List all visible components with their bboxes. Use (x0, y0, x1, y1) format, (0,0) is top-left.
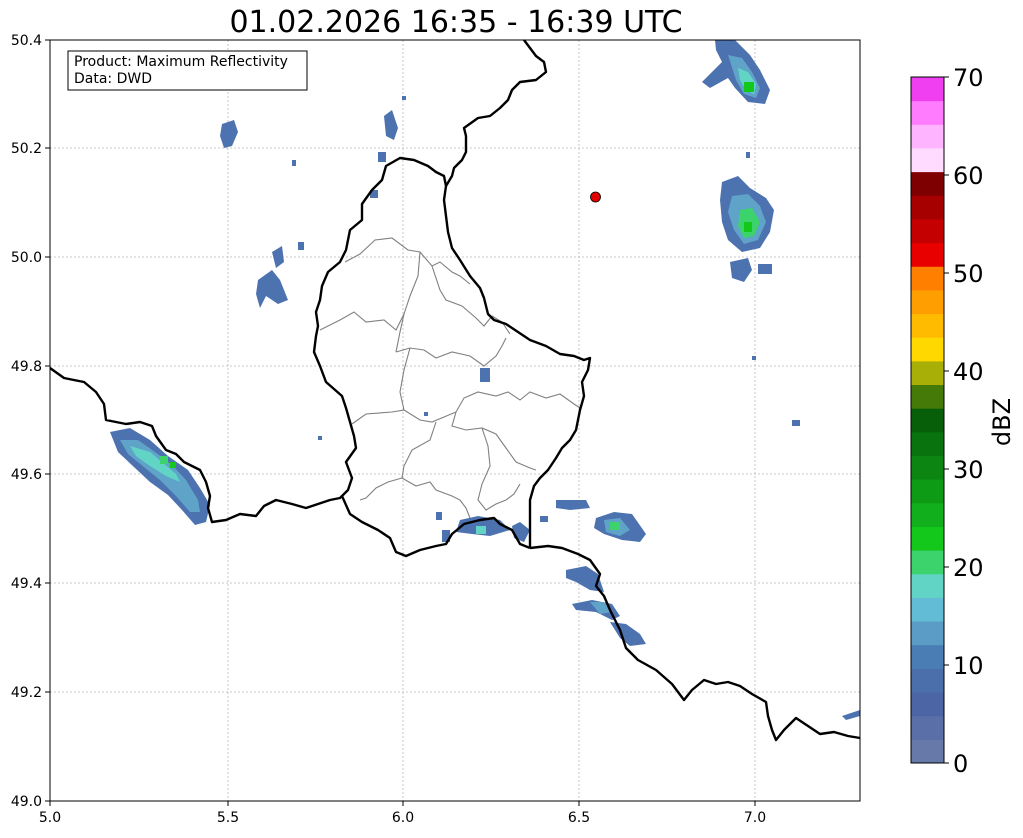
colorbar-swatch (911, 100, 944, 125)
y-tick-label: 50.4 (11, 33, 42, 49)
map-title: 01.02.2026 16:35 - 16:39 UTC (229, 5, 682, 40)
y-tick-label: 49.0 (11, 794, 42, 810)
colorbar-swatch (911, 550, 944, 575)
colorbar-swatch (911, 621, 944, 646)
colorbar-swatch (911, 360, 944, 386)
colorbar-swatch (911, 408, 944, 433)
colorbar-swatch (911, 715, 944, 740)
y-tick-label: 49.8 (11, 359, 42, 375)
colorbar-swatch (911, 526, 944, 551)
colorbar-tick-label: 60 (953, 162, 984, 190)
colorbar-swatch (911, 668, 944, 693)
colorbar-swatch (911, 124, 944, 149)
x-tick-label: 7.0 (744, 810, 766, 826)
colorbar-tick-label: 20 (953, 554, 984, 582)
y-tick-label: 50.0 (11, 250, 42, 266)
colorbar-swatches (911, 77, 944, 764)
colorbar-swatch (911, 384, 944, 409)
colorbar-swatch (911, 147, 944, 173)
y-tick-label: 49.4 (11, 576, 42, 592)
colorbar-swatch (911, 266, 944, 291)
colorbar-swatch (911, 77, 944, 102)
colorbar-tick-label: 50 (953, 260, 984, 288)
info-data-line: Data: DWD (74, 71, 152, 87)
colorbar-swatch (911, 644, 944, 669)
colorbar-swatch (911, 573, 944, 598)
colorbar-swatch (911, 337, 944, 362)
x-tick-label: 5.0 (39, 810, 61, 826)
colorbar-swatch (911, 739, 944, 764)
colorbar-swatch (911, 171, 944, 196)
radar-map-figure: 01.02.2026 16:35 - 16:39 UTC Product: Ma… (0, 0, 1023, 834)
y-tick-label: 50.2 (11, 141, 42, 157)
colorbar-tick-label: 40 (953, 358, 984, 386)
info-box: Product: Maximum Reflectivity Data: DWD (67, 50, 308, 91)
location-marker (590, 191, 601, 203)
colorbar-swatch (911, 289, 944, 315)
colorbar-swatch (911, 218, 944, 244)
colorbar-swatch (911, 455, 944, 480)
map-background (50, 40, 860, 801)
x-axis: 5.0 5.5 6.0 6.5 7.0 (39, 801, 766, 826)
colorbar-tick-label: 0 (953, 750, 968, 778)
y-tick-label: 49.2 (11, 685, 42, 701)
info-product-line: Product: Maximum Reflectivity (74, 54, 288, 70)
y-tick-label: 49.6 (11, 467, 42, 483)
colorbar-unit-label: dBZ (988, 398, 1016, 446)
colorbar-swatch (911, 313, 944, 338)
colorbar-swatch (911, 692, 944, 717)
x-tick-label: 6.0 (392, 810, 414, 826)
colorbar-swatch (911, 242, 944, 267)
colorbar-swatch (911, 597, 944, 622)
colorbar: 0 10 20 30 40 50 60 70 dBZ (910, 64, 1016, 778)
x-tick-label: 5.5 (217, 810, 239, 826)
colorbar-swatch (911, 195, 944, 220)
colorbar-swatch (911, 479, 944, 504)
colorbar-tick-label: 70 (953, 64, 984, 92)
map-panel: Product: Maximum Reflectivity Data: DWD (49, 39, 861, 802)
colorbar-swatch (911, 431, 944, 456)
x-tick-label: 6.5 (568, 810, 590, 826)
colorbar-tick-label: 10 (953, 652, 984, 680)
colorbar-tick-label: 30 (953, 456, 984, 484)
colorbar-swatch (911, 502, 944, 527)
y-axis: 49.0 49.2 49.4 49.6 49.8 50.0 50.2 50.4 (11, 33, 50, 810)
